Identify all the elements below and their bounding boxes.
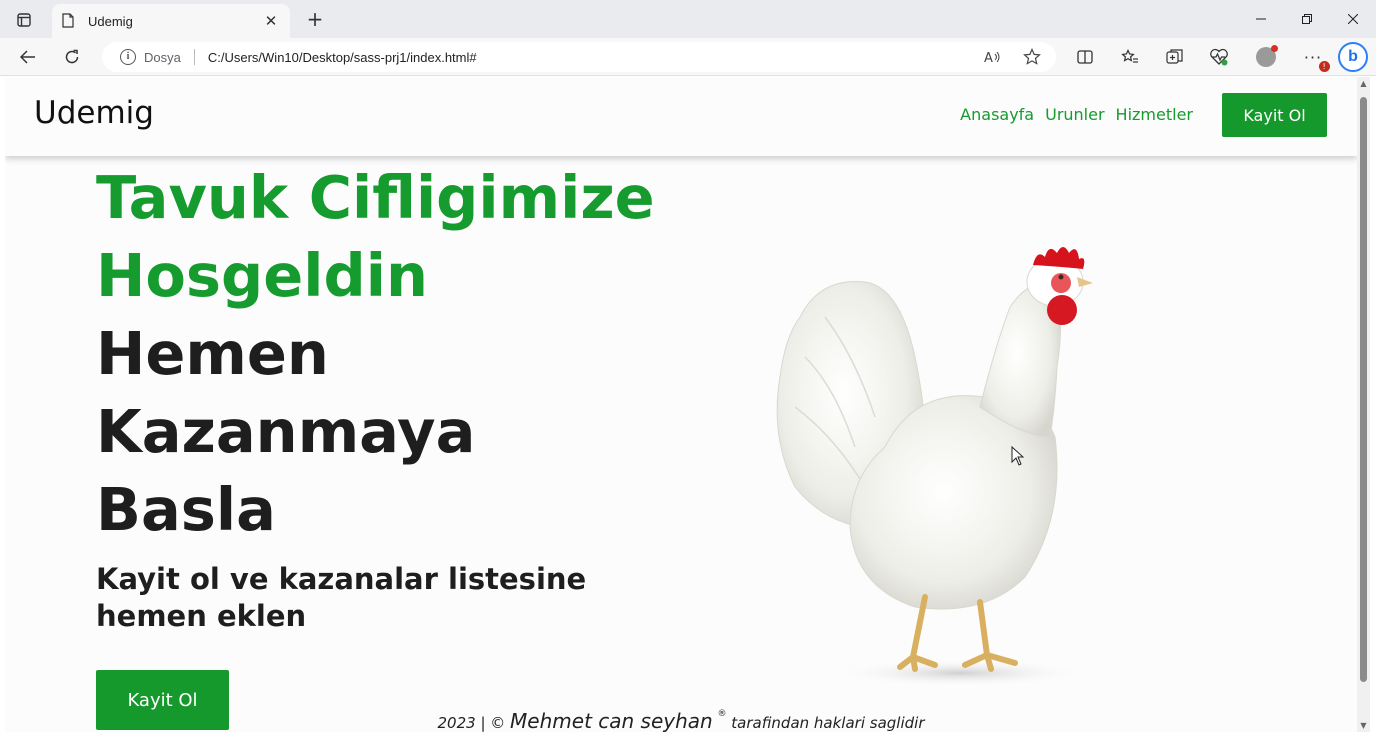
scroll-down-icon[interactable]: ▼ (1357, 721, 1370, 730)
split-screen-icon[interactable] (1074, 47, 1096, 67)
nav-anasayfa[interactable]: Anasayfa (960, 105, 1034, 124)
address-bar[interactable]: i Dosya C:/Users/Win10/Desktop/sass-prj1… (102, 42, 1056, 72)
browser-tab-bar: Udemig ✕ + (0, 0, 1376, 38)
more-badge-icon: ! (1319, 60, 1331, 72)
url-text[interactable]: C:/Users/Win10/Desktop/sass-prj1/index.h… (208, 50, 477, 65)
hero-title-dark-line: Kazanmaya (96, 397, 476, 466)
favorites-icon[interactable] (1119, 47, 1141, 67)
hero-subtitle: Kayit ol ve kazanalar listesine hemen ek… (96, 562, 587, 633)
tab-close-icon[interactable]: ✕ (262, 12, 280, 30)
nav-urunler[interactable]: Urunler (1045, 105, 1104, 124)
header-signup-button[interactable]: Kayit Ol (1222, 93, 1327, 137)
page-scrollbar[interactable]: ▲ ▼ (1357, 77, 1370, 732)
back-icon[interactable] (14, 44, 42, 70)
profile-icon[interactable] (1255, 45, 1278, 67)
svg-text:A: A (984, 51, 993, 64)
new-tab-button[interactable]: + (304, 8, 326, 30)
footer-author: Mehmet can seyhan (510, 709, 713, 732)
hero-title-dark-line: Hemen (96, 319, 329, 388)
page-icon (62, 13, 76, 29)
scrollbar-thumb[interactable] (1360, 97, 1367, 682)
info-icon[interactable]: i (120, 49, 136, 65)
browser-tab[interactable]: Udemig ✕ (52, 4, 290, 38)
footer-registered: ® (717, 709, 727, 719)
minimize-icon[interactable] (1238, 0, 1284, 38)
page-viewport: Udemig Anasayfa Urunler Hizmetler Kayit … (5, 77, 1357, 732)
nav-hizmetler[interactable]: Hizmetler (1116, 105, 1193, 124)
collections-icon[interactable] (1164, 47, 1186, 67)
hero-title-dark-line: Basla (96, 475, 276, 544)
hero-title: Tavuk Cifligimize Hosgeldin Hemen Kazanm… (96, 159, 696, 549)
browser-toolbar: i Dosya C:/Users/Win10/Desktop/sass-prj1… (0, 38, 1376, 76)
footer-suffix: tarafindan haklari saglidir (731, 714, 925, 732)
health-icon[interactable] (1208, 47, 1230, 67)
site-footer: 2023 | © Mehmet can seyhan ® tarafindan … (5, 709, 1357, 732)
hero-title-green-line: Hosgeldin (96, 241, 428, 310)
scroll-up-icon[interactable]: ▲ (1357, 79, 1370, 88)
window-controls (1238, 0, 1376, 38)
bing-icon[interactable]: b (1338, 42, 1368, 72)
chicken-image (776, 247, 1093, 687)
read-aloud-icon[interactable]: A (982, 47, 1004, 67)
footer-prefix: 2023 | © (437, 714, 506, 732)
hero-title-green-line: Tavuk Cifligimize (96, 163, 655, 232)
tab-title: Udemig (88, 13, 133, 29)
scheme-label: Dosya (144, 49, 181, 65)
address-separator (193, 49, 195, 65)
site-header: Udemig Anasayfa Urunler Hizmetler Kayit … (5, 77, 1357, 156)
restore-icon[interactable] (1284, 0, 1330, 38)
main-nav: Anasayfa Urunler Hizmetler (960, 105, 1193, 124)
more-icon[interactable]: ···! (1302, 47, 1331, 72)
tab-actions-icon[interactable] (10, 9, 38, 31)
site-logo[interactable]: Udemig (34, 95, 154, 131)
reload-icon[interactable] (58, 44, 86, 70)
favorite-star-icon[interactable] (1021, 47, 1043, 67)
close-window-icon[interactable] (1330, 0, 1376, 38)
mouse-cursor-icon (1011, 446, 1025, 466)
